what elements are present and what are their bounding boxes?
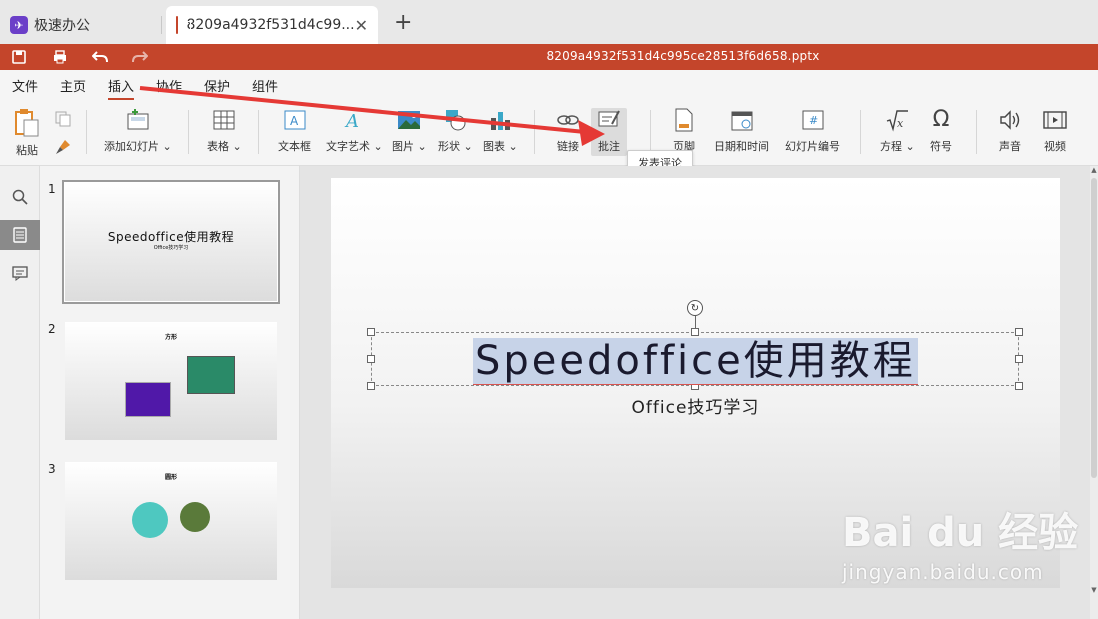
baidu-watermark: Bai du 经验 jingyan.baidu.com [842, 500, 1078, 584]
watermark-url: jingyan.baidu.com [842, 560, 1044, 584]
watermark-logo: Bai du 经验 [842, 510, 1079, 556]
